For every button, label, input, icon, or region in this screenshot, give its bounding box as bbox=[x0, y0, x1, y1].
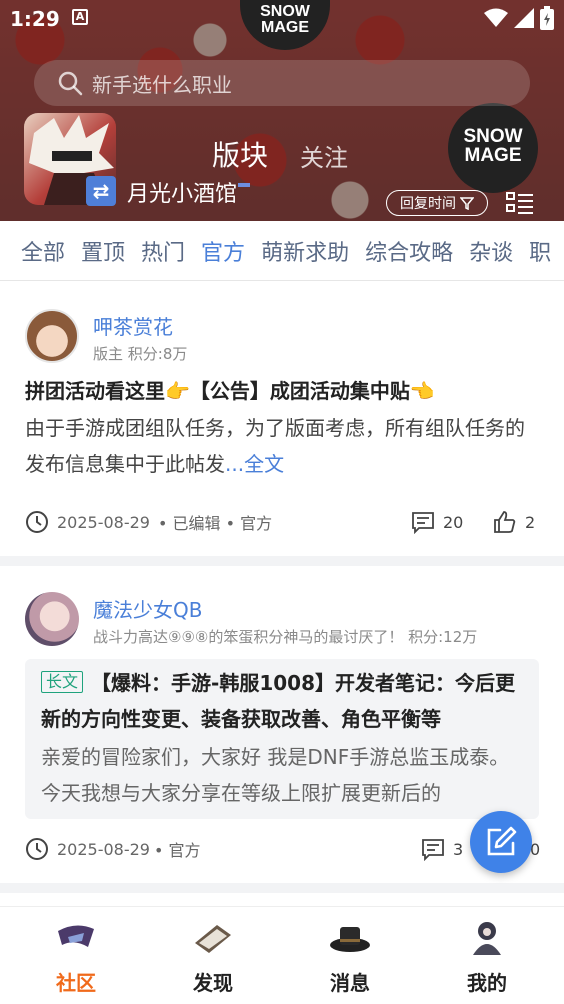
comment-count[interactable]: 20 bbox=[411, 510, 463, 534]
tab-hot[interactable]: 热门 bbox=[141, 235, 185, 267]
read-more-link[interactable]: ...全文 bbox=[225, 452, 284, 476]
nav-profile[interactable]: 我的 bbox=[447, 917, 527, 996]
discover-icon bbox=[195, 925, 231, 953]
profile-icon bbox=[473, 922, 501, 955]
search-placeholder: 新手选什么职业 bbox=[92, 72, 232, 97]
like-number: 2 bbox=[525, 512, 536, 532]
nav-label: 发现 bbox=[193, 971, 233, 995]
tab-follow[interactable]: 关注 bbox=[300, 138, 348, 173]
post-divider bbox=[0, 883, 564, 893]
search-icon bbox=[58, 71, 83, 96]
nav-label: 社区 bbox=[56, 971, 96, 995]
app-screen: SNOW MAGE SNOW MAGE 1:29 A 新手选什么职业 ⇄ 月光小… bbox=[0, 0, 564, 1004]
nav-messages[interactable]: 消息 bbox=[310, 917, 390, 996]
clock-icon bbox=[26, 511, 48, 533]
filter-icon bbox=[460, 197, 474, 210]
clock-icon bbox=[26, 838, 48, 860]
edit-icon bbox=[487, 826, 517, 856]
author-meta: 战斗力高达⑨⑨⑧的笨蛋积分神马的最讨厌了！ 积分:12万 bbox=[93, 628, 478, 646]
board-name-indicator bbox=[238, 183, 250, 187]
snow-mage-banner-right: SNOW MAGE bbox=[448, 103, 538, 193]
status-bar: 1:29 A bbox=[0, 0, 564, 38]
author-meta: 版主 积分:8万 bbox=[93, 345, 188, 363]
category-tabs: 全部 置顶 热门 官方 萌新求助 综合攻略 杂谈 职 bbox=[0, 221, 564, 281]
tab-newbie-help[interactable]: 萌新求助 bbox=[261, 235, 349, 267]
bottom-nav: 社区 发现 消息 我的 bbox=[0, 906, 564, 1004]
nav-discover[interactable]: 发现 bbox=[173, 917, 253, 996]
compose-button[interactable] bbox=[470, 811, 532, 873]
tab-guides[interactable]: 综合攻略 bbox=[365, 235, 453, 267]
notification-icon: A bbox=[72, 9, 88, 25]
post-excerpt: 亲爱的冒险家们，大家好 我是DNF手游总监玉成泰。 今天我想与大家分享在等级上限… bbox=[41, 739, 525, 811]
comment-count[interactable]: 3 bbox=[421, 837, 463, 861]
author-name[interactable]: 魔法少女QB bbox=[93, 594, 202, 623]
banner-word-1: SNOW bbox=[463, 126, 523, 147]
post-title: 【爆料：手游-韩服1008】开发者笔记：今后更新的方向性变更、装备获取改善、角色… bbox=[41, 671, 515, 731]
nav-label: 我的 bbox=[467, 971, 507, 995]
post-date: 2025-08-29 bbox=[57, 839, 150, 859]
search-bar[interactable]: 新手选什么职业 bbox=[34, 60, 530, 106]
comment-number: 20 bbox=[443, 512, 464, 532]
author-name[interactable]: 呷茶赏花 bbox=[93, 311, 173, 340]
like-count[interactable]: 2 bbox=[493, 510, 535, 534]
post-date: 2025-08-29 bbox=[57, 512, 150, 532]
tab-board[interactable]: 版块 bbox=[212, 134, 268, 174]
nav-label: 消息 bbox=[330, 971, 370, 995]
board-header: SNOW MAGE SNOW MAGE 1:29 A 新手选什么职业 ⇄ 月光小… bbox=[0, 0, 564, 221]
post-tags: • 已编辑 • 官方 bbox=[157, 514, 273, 533]
board-name: 月光小酒馆 bbox=[127, 182, 238, 207]
comment-number: 3 bbox=[453, 839, 464, 859]
battery-icon bbox=[540, 6, 554, 30]
thumbs-up-icon bbox=[494, 511, 516, 533]
comment-icon bbox=[412, 512, 434, 534]
tab-chat[interactable]: 杂谈 bbox=[469, 235, 513, 267]
messages-icon bbox=[330, 927, 370, 952]
tab-official[interactable]: 官方 bbox=[201, 235, 245, 267]
sort-reply-time-button[interactable]: 回复时间 bbox=[386, 190, 488, 216]
long-article-tag: 长文 bbox=[41, 671, 84, 693]
switch-board-icon[interactable]: ⇄ bbox=[86, 176, 116, 206]
status-time: 1:29 bbox=[10, 7, 60, 31]
banner-word-2: MAGE bbox=[464, 145, 522, 166]
avatar[interactable] bbox=[25, 592, 79, 646]
post-body: 亲爱的冒险家们，大家好 我是DNF手游总监玉成泰。 今天我想与大家分享在等级上限… bbox=[41, 745, 510, 805]
post-title[interactable]: 拼团活动看这里👉【公告】成团活动集中贴👈 bbox=[25, 373, 542, 409]
signal-icon bbox=[514, 8, 534, 28]
post-tags: • 官方 bbox=[153, 841, 201, 860]
sort-label: 回复时间 bbox=[400, 196, 456, 212]
post-title-block: 长文 【爆料：手游-韩服1008】开发者笔记：今后更新的方向性变更、装备获取改善、… bbox=[41, 665, 525, 737]
avatar[interactable] bbox=[25, 309, 79, 363]
wifi-icon bbox=[484, 8, 508, 27]
nav-community[interactable]: 社区 bbox=[36, 917, 116, 996]
post-divider bbox=[0, 556, 564, 566]
tab-all[interactable]: 全部 bbox=[21, 235, 65, 267]
tab-class[interactable]: 职 bbox=[529, 235, 551, 267]
comment-icon bbox=[422, 839, 444, 861]
post-card[interactable]: 呷茶赏花 版主 积分:8万 拼团活动看这里👉【公告】成团活动集中贴👈 由于手游成… bbox=[0, 282, 564, 556]
long-article-preview[interactable]: 长文 【爆料：手游-韩服1008】开发者笔记：今后更新的方向性变更、装备获取改善、… bbox=[25, 659, 539, 819]
community-icon bbox=[58, 925, 94, 947]
list-view-icon[interactable] bbox=[506, 192, 534, 216]
post-excerpt[interactable]: 由于手游成团组队任务，为了版面考虑，所有组队任务的发布信息集中于此帖发...全文 bbox=[25, 410, 542, 482]
tab-pinned[interactable]: 置顶 bbox=[81, 235, 125, 267]
status-icons bbox=[484, 6, 554, 30]
